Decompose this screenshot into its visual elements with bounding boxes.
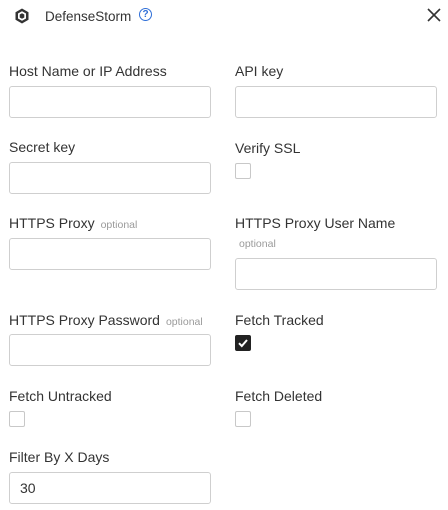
fetch-untracked-checkbox[interactable] xyxy=(9,411,25,427)
fetch-tracked-checkbox[interactable] xyxy=(235,335,251,351)
secret-key-input[interactable] xyxy=(9,162,211,194)
optional-tag: optional xyxy=(239,238,276,250)
fetch-deleted-label: Fetch Deleted xyxy=(235,388,323,404)
https-proxy-user-input[interactable] xyxy=(235,258,437,290)
api-key-input[interactable] xyxy=(235,86,437,118)
https-proxy-password-input[interactable] xyxy=(9,334,211,366)
secret-key-label: Secret key xyxy=(9,139,76,155)
https-proxy-password-label: HTTPS Proxy Password optional xyxy=(9,311,203,331)
verify-ssl-checkbox[interactable] xyxy=(235,163,251,179)
https-proxy-input[interactable] xyxy=(9,238,211,270)
https-proxy-user-label: HTTPS Proxy User Name xyxy=(235,215,396,231)
filter-days-label: Filter By X Days xyxy=(9,449,110,465)
fetch-tracked-label: Fetch Tracked xyxy=(235,312,324,328)
https-proxy-label-text: HTTPS Proxy xyxy=(9,215,95,231)
close-icon[interactable] xyxy=(427,8,441,22)
integration-settings-panel: DefenseStorm ? Host Name or IP Address A… xyxy=(0,0,448,510)
question-circle-icon[interactable]: ? xyxy=(139,8,152,21)
panel-header: DefenseStorm ? xyxy=(0,0,448,34)
checkmark-icon xyxy=(238,339,248,348)
filter-days-input[interactable] xyxy=(9,472,211,504)
defensestorm-logo-icon xyxy=(15,8,29,24)
host-input[interactable] xyxy=(9,86,211,118)
fetch-deleted-checkbox[interactable] xyxy=(235,411,251,427)
fetch-untracked-label: Fetch Untracked xyxy=(9,388,112,404)
api-key-label: API key xyxy=(235,63,284,79)
optional-tag: optional xyxy=(165,316,203,328)
optional-tag: optional xyxy=(100,219,138,231)
integration-title: DefenseStorm xyxy=(45,9,132,24)
https-proxy-label: HTTPS Proxy optional xyxy=(9,214,137,234)
host-label: Host Name or IP Address xyxy=(9,63,167,79)
verify-ssl-label: Verify SSL xyxy=(235,140,301,156)
https-proxy-password-label-text: HTTPS Proxy Password xyxy=(9,312,160,328)
